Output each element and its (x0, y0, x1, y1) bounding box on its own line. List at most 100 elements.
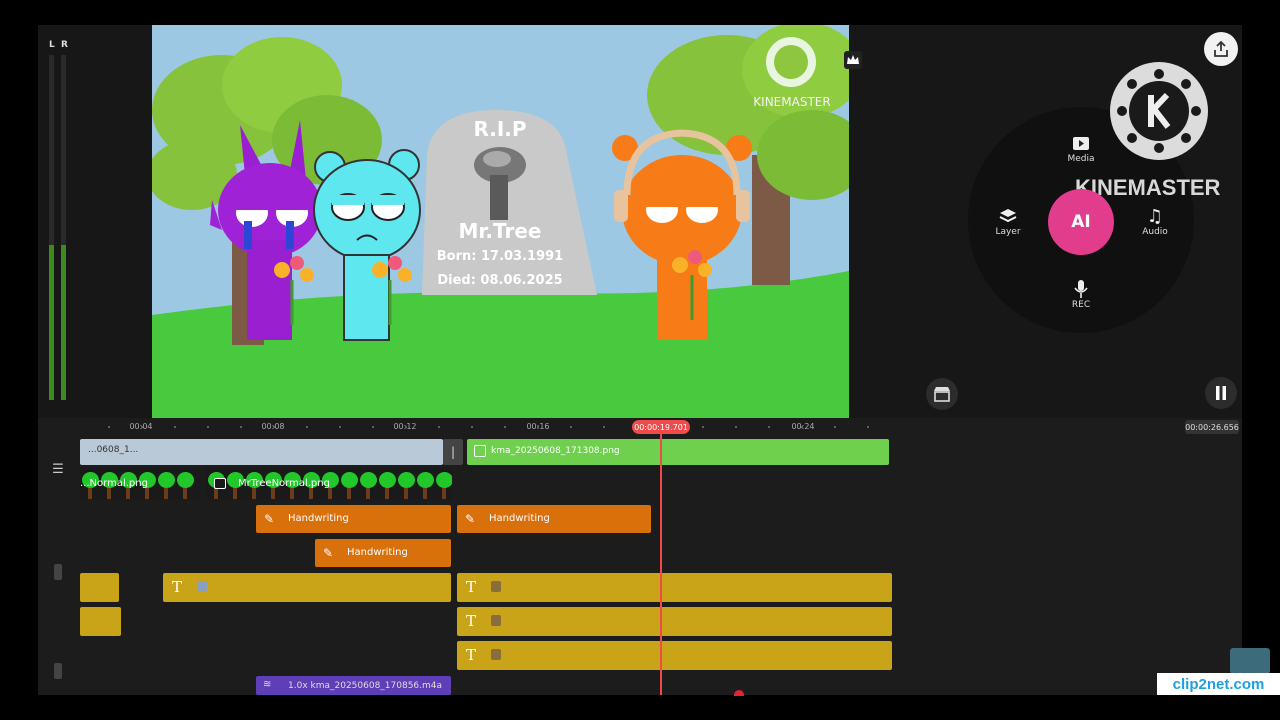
pen-icon: ✎ (264, 512, 275, 526)
pause-icon (1216, 386, 1226, 400)
ruler-dot (669, 426, 671, 428)
tree-thumbnail (158, 472, 175, 488)
preview-watermark: KINEMASTER (753, 95, 831, 109)
export-button[interactable] (1204, 32, 1238, 66)
ruler-dot (306, 426, 308, 428)
ruler-dot (207, 426, 209, 428)
handwriting-clip-2[interactable]: ✎ Handwriting (457, 505, 651, 533)
image-layer-clip-2[interactable]: MrTreeNormal.png (206, 468, 452, 499)
ruler-dot (372, 426, 374, 428)
microphone-icon (1074, 280, 1088, 298)
video-clip-2-label: kma_20250608_171308.png (491, 446, 620, 456)
ruler-dot (570, 426, 572, 428)
video-preview[interactable]: R.I.P Mr.Tree Born: 17.03.1991 Died: 08.… (152, 25, 849, 418)
store-icon (934, 387, 950, 402)
ruler-dot (768, 426, 770, 428)
ruler-tick-label: 00:24 (791, 422, 815, 431)
audio-clip-label: 1.0x kma_20250608_170856.m4a (288, 681, 443, 691)
text-thumbnail (491, 649, 501, 660)
ruler-dot (339, 426, 341, 428)
kinemaster-logo (1110, 62, 1208, 160)
expand-handle-icon[interactable] (54, 663, 62, 679)
video-clip-2[interactable]: kma_20250608_171308.png (467, 439, 889, 465)
track-options-icon[interactable]: ☰ (48, 462, 68, 482)
premium-crown-icon[interactable] (844, 51, 862, 69)
layers-icon (999, 209, 1017, 223)
ruler-dot (735, 426, 737, 428)
playhead-line[interactable] (660, 434, 662, 695)
ruler-dot (471, 426, 473, 428)
ai-label: AI (1071, 212, 1091, 232)
pen-icon: ✎ (323, 546, 334, 560)
music-note-icon: ♫ (1146, 205, 1164, 227)
right-level-meter (61, 55, 66, 400)
tree-thumbnail (360, 472, 377, 488)
transition-button[interactable]: | (443, 439, 463, 465)
handwriting-clip-1-label: Handwriting (288, 513, 349, 524)
handwriting-clip-2-label: Handwriting (489, 513, 550, 524)
handwriting-clip-3[interactable]: ✎ Handwriting (315, 539, 451, 567)
tree-thumbnail (417, 472, 434, 488)
share-icon (1214, 40, 1228, 57)
text-thumbnail (491, 581, 501, 592)
tombstone-title: R.I.P (473, 117, 527, 141)
handwriting-clip-1[interactable]: ✎ Handwriting (256, 505, 451, 533)
rec-label: REC (1071, 300, 1091, 310)
pen-icon: ✎ (465, 512, 476, 526)
left-level-meter (49, 55, 54, 400)
audio-label: Audio (1142, 227, 1168, 237)
video-clip-1[interactable]: ...0608_1... (80, 439, 443, 465)
text-icon: T (172, 578, 183, 596)
text-clip[interactable]: T (163, 573, 451, 602)
text-icon: T (466, 646, 477, 664)
ruler-dot (240, 426, 242, 428)
total-duration: 00:00:26.656 (1185, 420, 1239, 434)
right-channel-label: R (61, 40, 68, 50)
text-icon: T (466, 578, 477, 596)
audio-button[interactable]: ♫ Audio (1125, 205, 1185, 238)
ruler-dot (438, 426, 440, 428)
layer-button[interactable]: Layer (978, 205, 1038, 237)
text-thumbnail (491, 615, 501, 626)
waveform-icon: ≋ (263, 679, 272, 690)
image-layer-1-label: ...Normal.png (80, 478, 148, 489)
image-icon (214, 478, 226, 489)
image-icon (474, 445, 486, 457)
rec-button[interactable]: REC (1051, 278, 1111, 310)
ruler-dot (636, 426, 638, 428)
tombstone-name: Mr.Tree (458, 219, 542, 243)
image-layer-clip-1[interactable]: ...Normal.png (80, 468, 200, 499)
text-clip[interactable] (80, 573, 119, 602)
ruler-dot (141, 426, 143, 428)
text-clip[interactable]: T (457, 607, 892, 636)
text-clip[interactable]: T (457, 573, 892, 602)
audio-clip[interactable]: ≋ 1.0x kma_20250608_170856.m4a (256, 676, 451, 695)
ai-button[interactable]: AI (1048, 189, 1114, 255)
media-label: Media (1067, 154, 1095, 164)
pause-button[interactable] (1205, 377, 1237, 409)
ruler-dot (174, 426, 176, 428)
ruler-dot (867, 426, 869, 428)
media-button[interactable]: Media (1051, 132, 1111, 164)
ruler-dot (603, 426, 605, 428)
text-clip[interactable]: T (457, 641, 892, 670)
text-icon: T (466, 612, 477, 630)
video-clip-1-label: ...0608_1... (88, 445, 139, 455)
tree-thumbnail (379, 472, 396, 488)
record-marker (734, 690, 744, 696)
asset-store-button[interactable] (926, 378, 958, 410)
tombstone-died: Died: 08.06.2025 (437, 273, 563, 288)
ruler-dot (273, 426, 275, 428)
ruler-dot (108, 426, 110, 428)
layer-label: Layer (995, 227, 1021, 237)
ruler-dot (702, 426, 704, 428)
text-clip[interactable] (80, 607, 121, 636)
tree-thumbnail (341, 472, 358, 488)
ruler-dot (504, 426, 506, 428)
tree-thumbnail (436, 472, 452, 488)
collapse-handle-icon[interactable] (54, 564, 62, 580)
ruler-dot (405, 426, 407, 428)
media-icon (1073, 137, 1089, 150)
left-channel-label: L (49, 40, 55, 50)
tombstone-born: Born: 17.03.1991 (436, 249, 564, 264)
